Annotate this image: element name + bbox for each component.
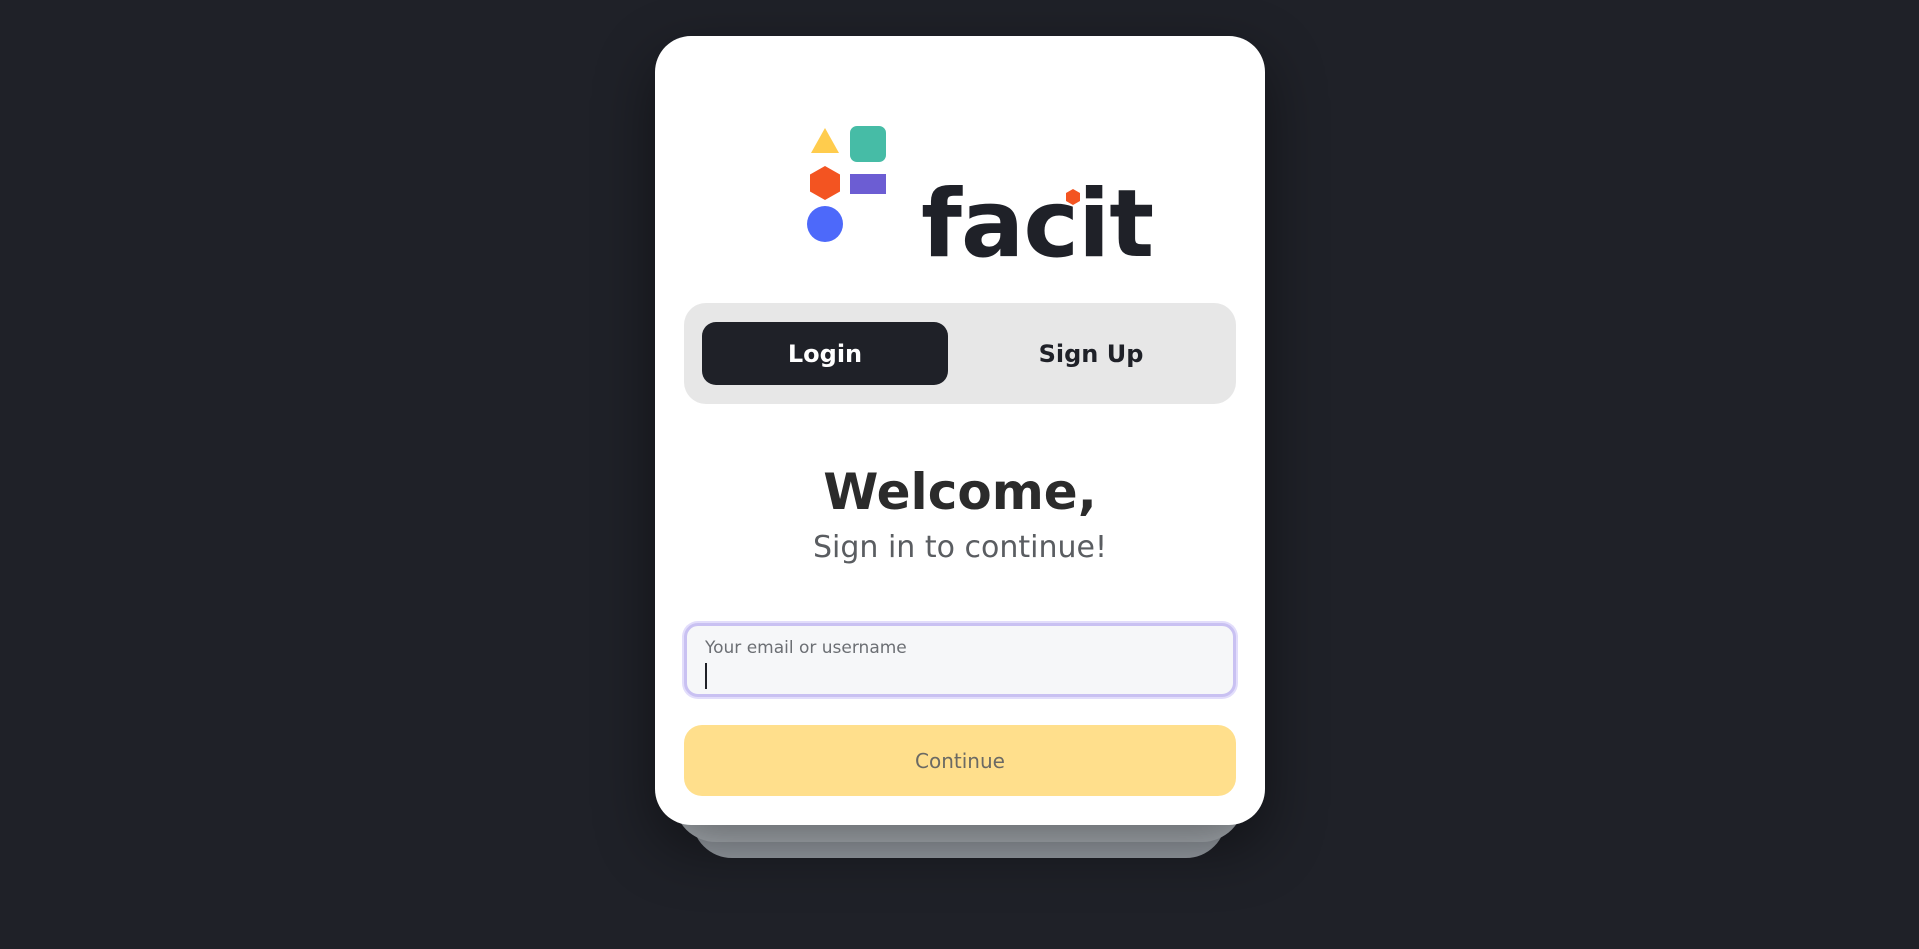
email-input[interactable] [703, 660, 1213, 690]
rounded-square-shape-icon [850, 126, 886, 162]
rectangle-shape-icon [850, 174, 886, 194]
email-field-label: Your email or username [705, 638, 907, 658]
page: facit Login Sign Up Welcome, Sign in to … [0, 0, 1919, 949]
text-caret [705, 663, 707, 689]
logo-dot-hexagon-icon [1066, 189, 1080, 205]
page-title: Welcome, [823, 463, 1097, 521]
login-card: facit Login Sign Up Welcome, Sign in to … [655, 36, 1265, 825]
tab-login[interactable]: Login [702, 322, 948, 385]
triangle-shape-icon [811, 128, 839, 153]
hexagon-shape-icon [810, 166, 840, 200]
continue-button[interactable]: Continue [684, 725, 1236, 796]
facit-logo[interactable]: facit [807, 124, 1154, 284]
auth-tabs: Login Sign Up [684, 303, 1236, 404]
logo-mark-icon [807, 126, 886, 242]
email-field[interactable]: Your email or username [684, 623, 1236, 697]
logo-wordmark: facit [921, 170, 1154, 279]
tab-sign-up[interactable]: Sign Up [968, 322, 1214, 385]
page-subtitle: Sign in to continue! [813, 530, 1107, 565]
circle-shape-icon [807, 206, 843, 242]
